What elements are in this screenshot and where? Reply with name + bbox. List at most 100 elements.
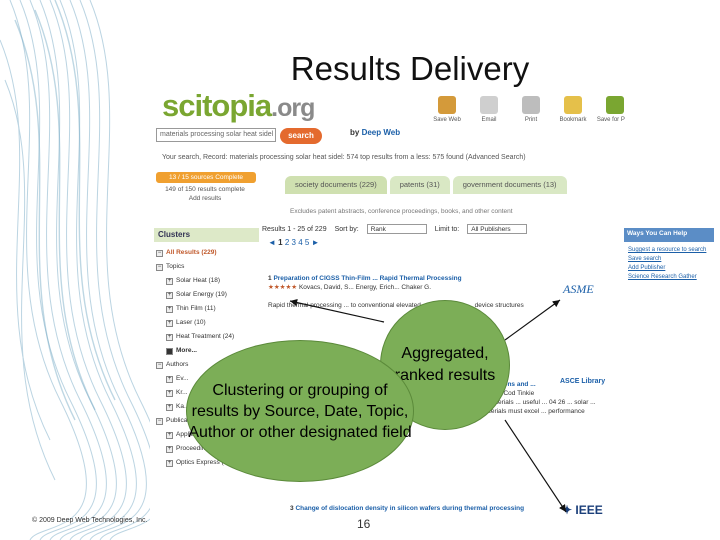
sources-note: 149 of 150 results complete Add results xyxy=(165,186,245,202)
cluster-item[interactable]: + Laser (10) xyxy=(156,316,261,330)
result-title-link[interactable]: Change of dislocation density in silicon… xyxy=(295,505,524,512)
pagination: ◄ 1 2 3 4 5 ► xyxy=(268,238,319,247)
cluster-item[interactable]: + Solar Heat (18) xyxy=(156,274,261,288)
rating-stars-icon: ★★★★★ xyxy=(268,284,298,291)
search-summary: Your search, Record: materials processin… xyxy=(162,154,526,161)
toolbar-button[interactable]: Save Web xyxy=(428,96,466,123)
search-input[interactable]: materials processing solar heat sidel xyxy=(156,128,276,142)
toolbar-button-label: Email xyxy=(481,117,497,123)
sort-select[interactable]: Rank xyxy=(366,224,427,234)
powered-by-label: by xyxy=(350,128,360,137)
folder-icon xyxy=(606,96,624,114)
cluster-section-topics[interactable]: − Topics xyxy=(156,260,261,274)
logo-sci: sci xyxy=(162,88,203,123)
copyright-footer: © 2009 Deep Web Technologies, Inc. xyxy=(32,517,148,524)
collapse-icon[interactable]: − xyxy=(156,417,163,425)
logo-org: .org xyxy=(271,94,315,122)
expand-icon[interactable]: + xyxy=(166,333,173,341)
cluster-item-label: Solar Heat (18) xyxy=(176,277,221,284)
result-tabs: society documents (229) patents (31) gov… xyxy=(285,176,567,194)
cluster-item-label: Solar Energy (19) xyxy=(176,291,227,298)
current-page: 1 xyxy=(278,238,283,247)
decorative-swirl-graphic xyxy=(0,0,167,540)
results-controls: Results 1 - 25 of 229 Sort by: Rank Limi… xyxy=(262,224,528,234)
clusters-header: Clusters xyxy=(154,228,259,242)
expand-icon[interactable]: + xyxy=(166,319,173,327)
result-snippet: Rapid thermal processing ... to conventi… xyxy=(268,302,524,309)
expand-icon[interactable]: + xyxy=(166,375,173,383)
powered-by-deep-web: by Deep Web xyxy=(350,128,400,137)
collapse-icon[interactable]: − xyxy=(156,361,163,369)
cluster-all-label: All Results (229) xyxy=(166,249,217,256)
toolbar: Save Web Email Print Bookmark Save for Print… xyxy=(428,96,625,123)
cluster-item[interactable]: + Heat Treatment (24) xyxy=(156,330,261,344)
slide-title: Results Delivery xyxy=(290,50,530,87)
cluster-more-label: More... xyxy=(176,347,197,354)
sources-complete-button[interactable]: 13 / 15 sources Complete xyxy=(156,172,256,183)
expand-icon[interactable]: + xyxy=(166,403,173,411)
cluster-item-label: Heat Treatment (24) xyxy=(176,333,235,340)
expand-icon[interactable]: + xyxy=(166,445,173,453)
tab-patents[interactable]: patents (31) xyxy=(389,176,450,194)
bookmark-icon xyxy=(564,96,582,114)
cluster-item-label: Laser (10) xyxy=(176,319,206,326)
tab-government-documents[interactable]: government documents (13) xyxy=(452,176,567,194)
callout-clustering: Clustering or grouping of results by Sou… xyxy=(186,340,414,482)
ways-item[interactable]: Science Research Gather xyxy=(628,273,713,282)
ways-you-can-help-header: Ways You Can Help xyxy=(624,228,714,242)
results-count: Results 1 - 25 of 229 xyxy=(262,225,327,233)
cluster-all[interactable]: − All Results (229) xyxy=(156,246,261,260)
toolbar-button[interactable]: Save for Print xyxy=(596,96,625,123)
toolbar-button[interactable]: Email xyxy=(470,96,508,123)
ways-list: Suggest a resource to search Save search… xyxy=(628,246,713,282)
page-number: 16 xyxy=(357,517,371,531)
limit-select[interactable]: All Publishers xyxy=(467,224,528,234)
limit-label: Limit to: xyxy=(434,225,460,233)
toolbar-button-label: Print xyxy=(524,117,538,123)
printer-icon xyxy=(522,96,540,114)
cluster-item[interactable]: + Solar Energy (19) xyxy=(156,288,261,302)
ways-item[interactable]: Save search xyxy=(628,255,713,264)
expand-icon[interactable]: + xyxy=(166,305,173,313)
cluster-section-title: Topics xyxy=(166,263,185,270)
expand-icon[interactable]: + xyxy=(166,389,173,397)
result-title-link[interactable]: Preparation of CIGSS Thin-Film ... Rapid… xyxy=(273,275,461,282)
asce-library-logo: ASCE Library xyxy=(560,378,606,385)
expand-icon[interactable]: + xyxy=(166,291,173,299)
collapse-icon[interactable]: − xyxy=(156,263,163,271)
toolbar-button[interactable]: Bookmark xyxy=(554,96,592,123)
result-number: 3 xyxy=(290,505,294,512)
collapse-icon[interactable]: − xyxy=(156,249,163,257)
filter-description: Excludes patent abstracts, conference pr… xyxy=(290,208,513,215)
scitopia-logo[interactable]: scitopia.org xyxy=(162,88,315,124)
toolbar-button[interactable]: Print xyxy=(512,96,550,123)
cluster-item-label: Kr... xyxy=(176,389,188,396)
cluster-item[interactable]: + Thin Film (11) xyxy=(156,302,261,316)
toolbar-button-label: Save for Print xyxy=(596,117,625,123)
ieee-logo-text: IEEE xyxy=(575,503,603,517)
toolbar-button-label: Save Web xyxy=(433,117,461,123)
next-page-icon[interactable]: ► xyxy=(312,238,320,247)
search-button[interactable]: search xyxy=(280,128,322,144)
ways-item[interactable]: Add Publisher xyxy=(628,264,713,273)
page-links[interactable]: 2 3 4 5 xyxy=(285,238,309,247)
tab-society-documents[interactable]: society documents (229) xyxy=(285,176,387,194)
sort-label: Sort by: xyxy=(334,225,359,233)
toolbar-button-label: Bookmark xyxy=(559,117,587,123)
expand-icon[interactable]: + xyxy=(166,431,173,439)
result-number: 1 xyxy=(268,275,272,282)
ieee-logo: ✦ IEEE xyxy=(562,503,603,517)
magnifier-icon xyxy=(438,96,456,114)
result-authors: Kovacs, David, S... Energy, Erich... Cha… xyxy=(298,284,432,291)
asme-logo: ASME xyxy=(563,282,594,296)
cluster-item-label: Thin Film (11) xyxy=(176,305,216,312)
prev-page-icon[interactable]: ◄ xyxy=(268,238,276,247)
expand-icon[interactable]: + xyxy=(166,459,173,467)
cluster-section-title: Authors xyxy=(166,361,189,368)
envelope-icon xyxy=(480,96,498,114)
powered-by-name: Deep Web xyxy=(361,128,401,137)
expand-icon[interactable]: + xyxy=(166,277,173,285)
logo-topia: topia xyxy=(202,88,272,123)
ways-item[interactable]: Suggest a resource to search xyxy=(628,246,713,255)
more-icon xyxy=(166,347,173,355)
